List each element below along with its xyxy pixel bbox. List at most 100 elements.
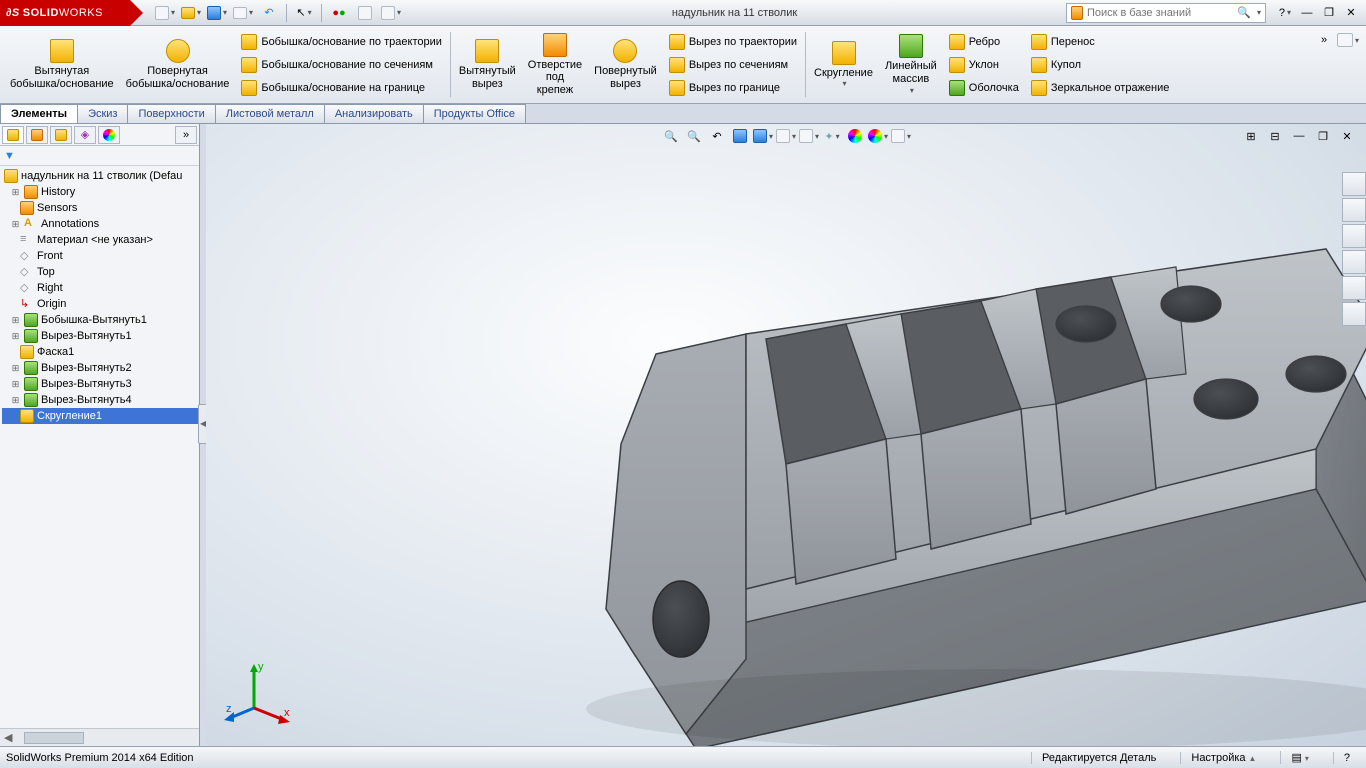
tab-evaluate[interactable]: Анализировать [324,104,424,123]
tree-sensors[interactable]: Sensors [2,200,199,216]
taskpane-appearances[interactable] [1342,276,1366,300]
tab-surfaces[interactable]: Поверхности [127,104,215,123]
cmd-mirror[interactable]: Зеркальное отражение [1029,79,1172,97]
cmd-revolve-cut[interactable]: Повернутый вырез [588,28,663,101]
cmd-linear-pattern[interactable]: Линейный массив▾ [879,28,943,101]
status-help[interactable]: ? [1333,752,1360,764]
open-file-button[interactable]: ▾ [179,3,203,23]
print-button[interactable]: ▾ [231,3,255,23]
display-style-button[interactable]: ▾ [776,127,796,145]
status-settings-menu[interactable]: Настройка▲ [1180,752,1266,764]
tab-sheetmetal[interactable]: Листовой металл [215,104,325,123]
tree-feature-cut4[interactable]: ⊞Вырез-Вытянуть4 [2,392,199,408]
tree-material[interactable]: ≡Материал <не указан> [2,232,199,248]
vp-minimize[interactable]: — [1289,127,1309,145]
tree-feature-cut1[interactable]: ⊞Вырез-Вытянуть1 [2,328,199,344]
cmd-boundary-cut[interactable]: Вырез по границе [667,79,799,97]
cmd-sweep-boss[interactable]: Бобышка/основание по траектории [239,33,444,51]
title-bar: ∂S SOLIDWORKS ▾ ▾ ▾ ▾ ↶ ↖▾ ●● ▾ надульни… [0,0,1366,26]
tree-filter-bar[interactable]: ▼ [0,146,199,166]
vp-restore[interactable]: ❐ [1313,127,1333,145]
configuration-manager-tab[interactable] [50,126,72,144]
apply-scene-button[interactable] [845,127,865,145]
cmd-wrap[interactable]: Перенос [1029,33,1172,51]
status-unit-menu[interactable]: ▤▾ [1280,751,1318,764]
taskpane-file-explorer[interactable] [1342,224,1366,248]
cmd-extrude-cut[interactable]: Вытянутый вырез [453,28,522,101]
zoom-fit-button[interactable]: 🔍 [661,127,681,145]
cmd-dome[interactable]: Купол [1029,56,1172,74]
tab-office[interactable]: Продукты Office [423,104,526,123]
undo-button[interactable]: ↶ [257,3,281,23]
display-manager-tab[interactable] [98,126,120,144]
edit-appearance-button[interactable]: ✦▾ [822,127,842,145]
cmd-fillet[interactable]: Скругление▾ [808,28,879,101]
close-button[interactable]: ✕ [1342,3,1360,23]
help-button[interactable]: ?▾ [1276,3,1294,23]
taskpane-custom-props[interactable] [1342,302,1366,326]
cmd-draft[interactable]: Уклон [947,56,1021,74]
tree-feature-fillet1[interactable]: Скругление1 [2,408,199,424]
zoom-area-button[interactable]: 🔍 [684,127,704,145]
tab-sketch[interactable]: Эскиз [77,104,128,123]
tree-feature-boss1[interactable]: ⊞Бобышка-Вытянуть1 [2,312,199,328]
tree-origin[interactable]: ↳Origin [2,296,199,312]
tree-root[interactable]: надульник на 11 стволик (Defau [2,168,199,184]
tree-hscroll[interactable]: ◀ [0,728,199,746]
cmd-shell[interactable]: Оболочка [947,79,1021,97]
tree-feature-cut2[interactable]: ⊞Вырез-Вытянуть2 [2,360,199,376]
cmd-hole[interactable]: Отверстие под крепеж [522,28,588,101]
cmd-revolve-boss[interactable]: Повернутая бобышка/основание [120,28,236,101]
prev-view-button[interactable]: ↶ [707,127,727,145]
vp-btn-2[interactable]: ⊟ [1265,127,1285,145]
fillet-icon [832,41,856,65]
cmd-loft-boss[interactable]: Бобышка/основание по сечениям [239,56,444,74]
section-view-button[interactable] [730,127,750,145]
search-icon[interactable]: 🔍 [1237,6,1251,19]
rebuild-button[interactable]: ●● [327,3,351,23]
ribbon-display-button[interactable]: ▾ [1336,30,1360,50]
view-orientation-button[interactable]: ▾ [753,127,773,145]
tab-features[interactable]: Элементы [0,104,78,123]
knowledge-search[interactable]: 🔍▾ [1066,3,1266,23]
select-button[interactable]: ↖▾ [292,3,316,23]
view-settings-button[interactable]: ▾ [868,127,888,145]
taskpane-design-library[interactable] [1342,198,1366,222]
save-button[interactable]: ▾ [205,3,229,23]
dimxpert-tab[interactable]: ◈ [74,126,96,144]
graphics-viewport[interactable]: 🔍 🔍 ↶ ▾ ▾ ▾ ✦▾ ▾ ▾ ⊞ ⊟ — ❐ ✕ [206,124,1366,746]
ribbon-overflow[interactable]: » [1312,30,1336,50]
tree-plane-front[interactable]: ◇Front [2,248,199,264]
cmd-boundary-boss[interactable]: Бобышка/основание на границе [239,79,444,97]
cmd-sweep-cut[interactable]: Вырез по траектории [667,33,799,51]
properties-button[interactable]: ▾ [379,3,403,23]
tree-annotations[interactable]: ⊞AAnnotations [2,216,199,232]
minimize-button[interactable]: — [1298,3,1316,23]
main-area: ◈ » ▼ надульник на 11 стволик (Defau ⊞Hi… [0,124,1366,746]
search-input[interactable] [1087,7,1233,19]
orientation-triad[interactable]: y x z [224,658,294,728]
render-tools-button[interactable]: ▾ [891,127,911,145]
cut-icon [24,393,38,407]
vp-close[interactable]: ✕ [1337,127,1357,145]
property-manager-tab[interactable] [26,126,48,144]
panel-overflow[interactable]: » [175,126,197,144]
wrap-icon [1031,34,1047,50]
hide-show-button[interactable]: ▾ [799,127,819,145]
taskpane-resources[interactable] [1342,172,1366,196]
tree-feature-cut3[interactable]: ⊞Вырез-Вытянуть3 [2,376,199,392]
cmd-loft-cut[interactable]: Вырез по сечениям [667,56,799,74]
cmd-extrude-boss[interactable]: Вытянутая бобышка/основание [4,28,120,101]
feature-tree[interactable]: надульник на 11 стволик (Defau ⊞History … [0,166,199,728]
cmd-rib[interactable]: Ребро [947,33,1021,51]
options-button[interactable] [353,3,377,23]
tree-plane-right[interactable]: ◇Right [2,280,199,296]
vp-btn-1[interactable]: ⊞ [1241,127,1261,145]
tree-plane-top[interactable]: ◇Top [2,264,199,280]
feature-tree-tab[interactable] [2,126,24,144]
restore-button[interactable]: ❐ [1320,3,1338,23]
tree-feature-chamfer1[interactable]: Фаска1 [2,344,199,360]
taskpane-view-palette[interactable] [1342,250,1366,274]
new-file-button[interactable]: ▾ [153,3,177,23]
tree-history[interactable]: ⊞History [2,184,199,200]
